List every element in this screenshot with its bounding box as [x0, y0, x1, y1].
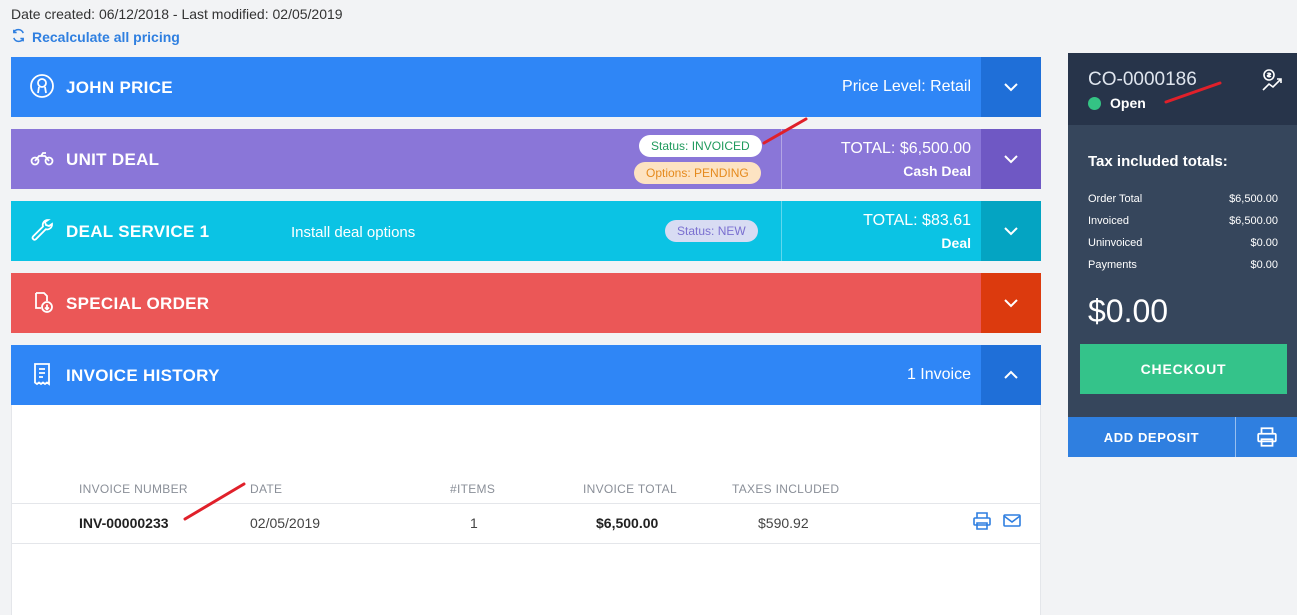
deal-service-expand-button[interactable]: [981, 201, 1041, 261]
unit-status-badge: Status: INVOICED: [639, 135, 762, 157]
print-icon: [1256, 427, 1277, 447]
totals-label: Order Total: [1088, 193, 1143, 205]
totals-label: Invoiced: [1088, 215, 1129, 227]
invoice-taxes: $590.92: [758, 515, 809, 531]
chevron-down-icon: [1004, 155, 1018, 164]
invoice-history-title: INVOICE HISTORY: [66, 366, 220, 385]
invoice-total: $6,500.00: [596, 515, 659, 531]
order-header: CO-0000186 Open: [1068, 53, 1297, 125]
service-status-badge: Status: NEW: [665, 220, 758, 242]
tax-totals-title: Tax included totals:: [1088, 153, 1228, 170]
chevron-down-icon: [1004, 299, 1018, 308]
column-header: #ITEMS: [450, 482, 496, 496]
unit-deal-total: TOTAL: $6,500.00: [840, 140, 971, 157]
price-level: Price Level: Retail: [842, 78, 971, 95]
deal-service-description: Install deal options: [291, 224, 416, 241]
totals-value: $6,500.00: [1229, 215, 1278, 227]
special-order-bar: SPECIAL ORDER: [11, 273, 1041, 333]
column-header: TAXES INCLUDED: [732, 482, 840, 496]
totals-label: Uninvoiced: [1088, 237, 1143, 249]
totals-value: $6,500.00: [1229, 193, 1278, 205]
customer-bar: JOHN PRICE Price Level: Retail: [11, 57, 1041, 117]
customer-expand-button[interactable]: [981, 57, 1041, 117]
price-trend-icon[interactable]: [1261, 69, 1285, 93]
unit-deal-bar: UNIT DEAL Status: INVOICED Options: PEND…: [11, 129, 1041, 189]
recalculate-link[interactable]: Recalculate all pricing: [11, 28, 180, 46]
column-header: INVOICE NUMBER: [79, 482, 188, 496]
order-summary-panel: CO-0000186 Open Tax included totals: Ord…: [1068, 53, 1297, 457]
special-order-expand-button[interactable]: [981, 273, 1041, 333]
status-dot: [1088, 97, 1101, 110]
order-id: CO-0000186: [1088, 69, 1197, 90]
invoice-number-link[interactable]: INV-00000233: [79, 515, 169, 531]
service-divider: [781, 201, 782, 261]
unit-deal-title: UNIT DEAL: [66, 150, 160, 169]
chevron-down-icon: [1004, 227, 1018, 236]
motorcycle-icon: [29, 145, 55, 171]
user-circle-icon: [29, 73, 55, 99]
deal-service-bar: DEAL SERVICE 1 Install deal options Stat…: [11, 201, 1041, 261]
options-status-badge: Options: PENDING: [634, 162, 761, 184]
totals-value: $0.00: [1250, 237, 1278, 249]
invoice-date: 02/05/2019: [250, 515, 321, 531]
invoice-table: INVOICE NUMBER DATE #ITEMS INVOICE TOTAL…: [11, 405, 1041, 615]
balance-amount: $0.00: [1088, 293, 1169, 329]
invoice-history-bar: INVOICE HISTORY 1 Invoice: [11, 345, 1041, 405]
order-status: Open: [1110, 95, 1146, 111]
table-header-divider: [12, 503, 1040, 504]
add-deposit-button[interactable]: ADD DEPOSIT: [1068, 417, 1235, 457]
recalculate-label[interactable]: Recalculate all pricing: [32, 29, 180, 45]
table-row-divider: [12, 543, 1040, 544]
print-icon[interactable]: [972, 511, 992, 531]
wrench-icon: [29, 217, 55, 243]
totals-label: Payments: [1088, 259, 1137, 271]
clipboard-download-icon: [29, 289, 55, 315]
refresh-icon: [11, 28, 26, 46]
invoice-history-collapse-button[interactable]: [981, 345, 1041, 405]
deal-service-title: DEAL SERVICE 1: [66, 222, 210, 241]
invoice-count: 1 Invoice: [906, 366, 971, 383]
customer-name: JOHN PRICE: [66, 78, 173, 97]
email-icon[interactable]: [1002, 511, 1022, 531]
unit-deal-type: Cash Deal: [903, 163, 971, 179]
print-order-button[interactable]: [1236, 417, 1297, 457]
dates-line: Date created: 06/12/2018 - Last modified…: [11, 6, 343, 22]
special-order-title: SPECIAL ORDER: [66, 294, 210, 313]
column-header: INVOICE TOTAL: [583, 482, 677, 496]
deal-service-type: Deal: [941, 235, 971, 251]
chevron-down-icon: [1004, 83, 1018, 92]
sidebar-footer: ADD DEPOSIT: [1068, 417, 1297, 457]
checkout-button[interactable]: CHECKOUT: [1080, 344, 1287, 394]
receipt-icon: [29, 361, 55, 387]
unit-divider: [781, 129, 782, 189]
column-header: DATE: [250, 482, 283, 496]
unit-deal-expand-button[interactable]: [981, 129, 1041, 189]
invoice-items: 1: [470, 515, 478, 531]
chevron-up-icon: [1004, 370, 1018, 379]
totals-value: $0.00: [1250, 259, 1278, 271]
deal-service-total: TOTAL: $83.61: [863, 212, 971, 229]
